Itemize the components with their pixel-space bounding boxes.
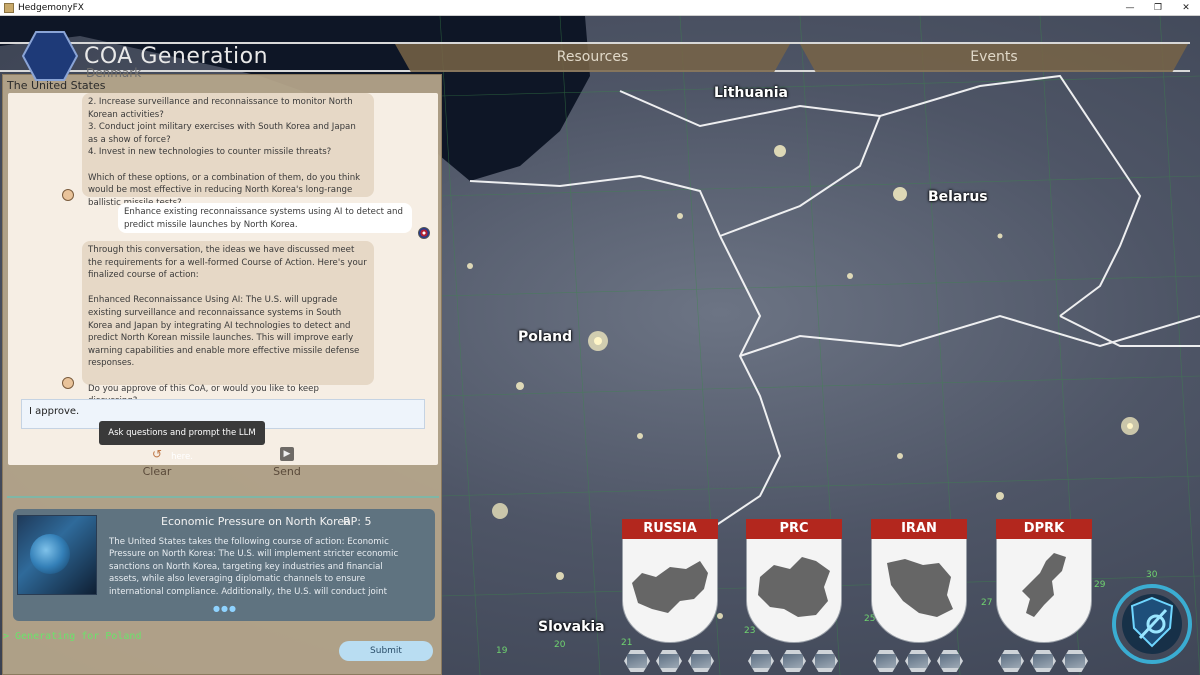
grid-number: 30 [1146,570,1158,580]
map-label-belarus: Belarus [928,189,988,205]
app-icon [4,2,14,13]
iran-map-icon [887,559,953,617]
tab-events[interactable]: Events [800,44,1188,72]
window-controls: — ❐ ✕ [1116,0,1200,16]
send-icon: ▶ [280,447,294,461]
clear-icon: ↺ [151,447,163,461]
assistant-message: Through this conversation, the ideas we … [82,241,374,406]
unit-row-prc [748,650,838,672]
user-avatar-icon [418,227,430,239]
unit-icon[interactable] [748,650,774,672]
globe-icon [30,534,70,574]
user-message: Enhance existing reconnaissance systems … [118,203,412,233]
coa-panel: The United States 2. Increase surveillan… [2,74,442,675]
shield-label: DPRK [996,519,1092,539]
assistant-avatar-icon [62,377,74,389]
prompt-tooltip: Ask questions and prompt the LLM here. [99,421,265,462]
coa-card-text: The United States takes the following co… [109,537,399,597]
unit-row-russia [624,650,714,672]
assistant-avatar-icon [62,189,74,201]
unit-icon[interactable] [905,650,931,672]
unit-icon[interactable] [998,650,1024,672]
shield-russia[interactable]: RUSSIA [622,519,718,647]
send-label: Send [273,465,301,478]
shield-prc[interactable]: PRC [746,519,842,647]
tab-resources[interactable]: Resources [395,44,790,72]
window-title: HedgemonyFX [18,2,84,13]
shield-dprk[interactable]: DPRK [996,519,1092,647]
page-subtitle: Denmark [86,66,142,80]
grid-number: 19 [496,646,508,656]
status-console: > Generating for Poland [3,631,142,642]
shield-label: IRAN [871,519,967,539]
unit-icon[interactable] [873,650,899,672]
coa-card-image [17,515,97,595]
shield-label: PRC [746,519,842,539]
coa-card-title: Economic Pressure on North Korea [161,515,351,528]
map-label-slovakia: Slovakia [538,619,605,635]
unit-row-iran [873,650,963,672]
unit-icon[interactable] [812,650,838,672]
unit-icon[interactable] [1062,650,1088,672]
unit-icon[interactable] [656,650,682,672]
submit-button[interactable]: Submit [339,641,433,661]
coa-card-rp: RP: 5 [343,515,372,528]
grid-number: 27 [981,598,993,608]
cyber-shield-icon[interactable] [1110,582,1194,666]
close-button[interactable]: ✕ [1172,0,1200,16]
send-button[interactable]: ▶ Send [257,447,317,478]
shield-iran[interactable]: IRAN [871,519,967,647]
unit-icon[interactable] [1030,650,1056,672]
unit-icon[interactable] [780,650,806,672]
panel-divider [7,496,439,498]
north-korea-map-icon [1022,553,1066,617]
clear-label: Clear [142,465,172,478]
assistant-message: 2. Increase surveillance and reconnaissa… [82,93,374,208]
map-label-poland: Poland [518,329,573,345]
grid-number: 20 [554,640,566,650]
unit-row-dprk [998,650,1088,672]
shield-label: RUSSIA [622,519,718,539]
russia-map-icon [632,561,708,613]
grid-number: 29 [1094,580,1106,590]
window-titlebar: HedgemonyFX — ❐ ✕ [0,0,1200,16]
minimize-button[interactable]: — [1116,0,1144,16]
coa-card[interactable]: Economic Pressure on North Korea RP: 5 T… [13,509,435,621]
carousel-pager[interactable]: ●●● [213,604,237,613]
hexagon-logo-icon [22,31,78,81]
unit-icon[interactable] [937,650,963,672]
map-label-lithuania: Lithuania [714,85,789,101]
china-map-icon [758,557,830,617]
unit-icon[interactable] [688,650,714,672]
unit-icon[interactable] [624,650,650,672]
maximize-button[interactable]: ❐ [1144,0,1172,16]
